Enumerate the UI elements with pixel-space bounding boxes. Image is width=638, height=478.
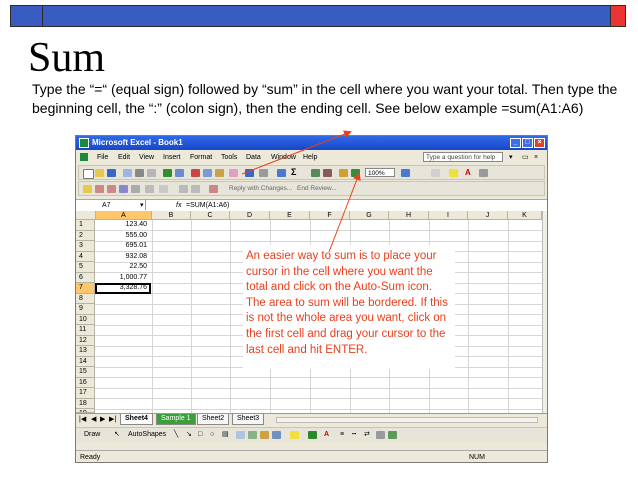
arrow-to-formula-description: [241, 130, 352, 175]
annotation-arrows: [241, 130, 361, 253]
arrow-to-autosum-icon: [328, 172, 361, 253]
